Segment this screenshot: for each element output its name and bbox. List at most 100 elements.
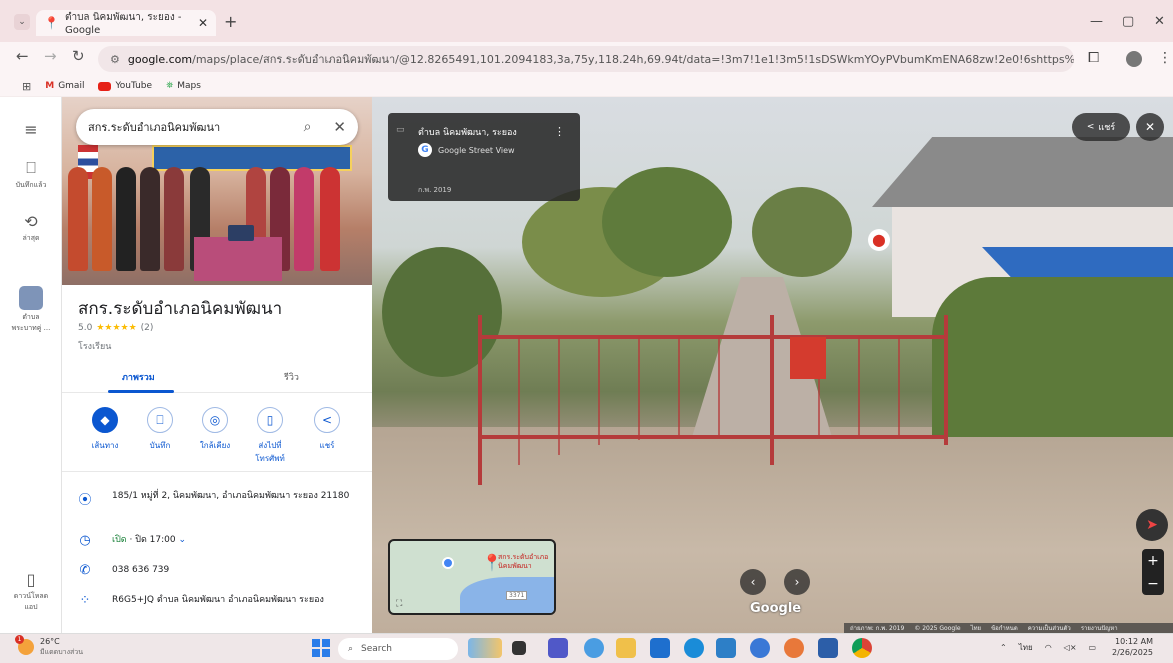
rail-recent[interactable]: ⟲ ล่าสุด	[0, 212, 62, 244]
bookmark-maps[interactable]: ⛯ Maps	[166, 81, 201, 91]
expand-icon[interactable]: ⛶	[396, 599, 402, 609]
hours-row[interactable]: ◷ เปิด · ปิด 17:00 ⌄	[78, 533, 368, 548]
phone-row[interactable]: ✆ 038 636 739	[78, 563, 368, 578]
send-to-phone-button[interactable]: ▯ ส่งไปที่ โทรศัพท์	[242, 407, 298, 465]
place-type[interactable]: โรงเรียน	[78, 339, 111, 353]
calendar-app-icon[interactable]	[716, 638, 736, 658]
browser-tab[interactable]: 📍 ตำบล นิคมพัฒนา, ระยอง - Google ✕	[36, 10, 216, 36]
wifi-icon[interactable]: ◠	[1045, 643, 1052, 652]
system-clock[interactable]: 10:12 AM 2/26/2025	[1112, 636, 1153, 658]
site-info-icon[interactable]: ⚙	[110, 53, 120, 66]
plus-code-row[interactable]: ⁘ R6G5+JQ ตำบล นิคมพัฒนา อำเภอนิคมพัฒนา ร…	[78, 593, 368, 608]
search-input[interactable]: สกร.ระดับอำเภอนิคมพัฒนา	[88, 118, 220, 136]
new-tab-button[interactable]: +	[224, 12, 237, 31]
rail-download-app[interactable]: ▯ ดาวน์โหลด แอป	[0, 570, 62, 613]
windows-start-icon[interactable]	[312, 639, 330, 657]
mini-map[interactable]: 📍 สกร.ระดับอำเภอนิคมพัฒนา 3371 ⛶	[388, 539, 556, 615]
widgets-icon[interactable]	[468, 638, 502, 658]
search-box[interactable]: สกร.ระดับอำเภอนิคมพัฒนา ⌕ ✕	[76, 109, 358, 145]
taskbar-search[interactable]: ⌕ Search	[338, 638, 458, 660]
sv-close-button[interactable]: ✕	[1136, 113, 1164, 141]
directions-button[interactable]: ◆ เส้นทาง	[77, 407, 133, 452]
reload-button[interactable]: ↻	[72, 47, 85, 65]
review-count[interactable]: (2)	[141, 323, 154, 333]
footer-privacy[interactable]: ความเป็นส่วนตัว	[1028, 623, 1071, 633]
tab-search-button[interactable]: ⌄	[14, 14, 30, 30]
hours-status: เปิด	[112, 535, 127, 545]
bookmark-youtube[interactable]: YouTube	[98, 81, 152, 91]
nearby-button[interactable]: ◎ ใกล้เคียง	[187, 407, 243, 452]
share-button[interactable]: < แชร์	[299, 407, 355, 452]
sv-card-date[interactable]: ก.พ. 2019	[418, 185, 451, 196]
copilot-icon[interactable]	[584, 638, 604, 658]
rail-saved[interactable]: ⎕ บันทึกแล้ว	[0, 158, 62, 191]
photo-person	[294, 167, 314, 271]
tab-reviews[interactable]: รีวิว	[284, 370, 299, 384]
phone-icon: ✆	[79, 563, 91, 578]
zoom-out-button[interactable]: −	[1147, 576, 1159, 592]
plus-code-text: R6G5+JQ ตำบล นิคมพัฒนา อำเภอนิคมพัฒนา ระ…	[112, 595, 324, 605]
apps-grid-icon[interactable]: ⊞	[22, 80, 31, 93]
place-marker-icon[interactable]: ⬤	[868, 229, 890, 251]
save-button[interactable]: ⎕ บันทึก	[132, 407, 188, 452]
rating-value: 5.0	[78, 323, 93, 333]
bookmark-gmail[interactable]: M Gmail	[45, 81, 84, 91]
building-roof	[872, 137, 1173, 207]
chevron-up-icon[interactable]: ⌃	[1000, 643, 1007, 652]
edge-icon[interactable]	[684, 638, 704, 658]
store-icon[interactable]	[650, 638, 670, 658]
rail-recent-place[interactable]: ตำบล พระบาทคู่ ...	[0, 286, 62, 334]
address-bar[interactable]: ⚙ google.com/maps/place/สกร.ระดับอำเภอนิ…	[98, 46, 1074, 72]
place-panel: สกร.ระดับอำเภอนิคมพัฒนา ⌕ ✕ สกร.ระดับอำเ…	[62, 97, 372, 633]
battery-icon[interactable]: ▭	[1089, 643, 1097, 652]
profile-avatar[interactable]	[1126, 51, 1142, 67]
place-rating[interactable]: 5.0 ★★★★★ (2)	[78, 323, 153, 333]
minimize-button[interactable]: —	[1090, 14, 1103, 29]
browser-menu-icon[interactable]: ⋮	[1158, 50, 1172, 66]
address-text: 185/1 หมู่ที่ 2, นิคมพัฒนา, อำเภอนิคมพัฒ…	[112, 491, 350, 501]
share-icon: <	[1086, 122, 1095, 132]
keyboard-icon[interactable]: ▭	[396, 125, 405, 135]
url-path: /maps/place/สกร.ระดับอำเภอนิคมพัฒนา/@12.…	[192, 53, 1074, 66]
footer-report[interactable]: รายงานปัญหา	[1081, 623, 1118, 633]
close-window-button[interactable]: ✕	[1154, 14, 1165, 29]
compass-icon[interactable]: ➤	[1136, 509, 1168, 541]
address-row[interactable]: ⦿ 185/1 หมู่ที่ 2, นิคมพัฒนา, อำเภอนิคมพั…	[78, 489, 368, 508]
red-gate	[478, 315, 948, 485]
forward-button[interactable]: →	[44, 47, 57, 65]
teams-icon[interactable]	[548, 638, 568, 658]
sv-previous-button[interactable]: ‹	[740, 569, 766, 595]
chrome-icon[interactable]	[852, 638, 872, 658]
footer-copyright: © 2025 Google	[914, 624, 961, 632]
photo-person	[68, 167, 88, 271]
search-icon[interactable]: ⌕	[304, 119, 312, 135]
extensions-icon[interactable]: ⧠	[1088, 50, 1099, 66]
street-view[interactable]: ▭ ตำบล นิคมพัฒนา, ระยอง G Google Street V…	[372, 97, 1173, 633]
volume-icon[interactable]: ◁×	[1064, 643, 1077, 652]
restore-button[interactable]: ▢	[1122, 14, 1134, 29]
close-icon[interactable]: ✕	[333, 118, 346, 136]
photo-table	[194, 237, 282, 281]
chevron-down-icon[interactable]: ⌄	[178, 535, 186, 545]
photo-person	[116, 167, 136, 271]
zoom-in-button[interactable]: +	[1147, 553, 1159, 569]
sv-share-button[interactable]: < แชร์	[1072, 113, 1130, 141]
firefox-icon[interactable]	[784, 638, 804, 658]
word-icon[interactable]	[818, 638, 838, 658]
input-language[interactable]: ไทย	[1019, 641, 1033, 654]
footer-terms[interactable]: ข้อกำหนด	[991, 623, 1018, 633]
footer-language[interactable]: ไทย	[971, 623, 982, 633]
file-explorer-icon[interactable]	[616, 638, 636, 658]
close-tab-icon[interactable]: ✕	[198, 16, 208, 30]
hours-detail: · ปิด 17:00	[129, 535, 176, 545]
bookmark-label: Maps	[177, 81, 201, 91]
task-view-icon[interactable]	[512, 641, 526, 655]
weather-widget[interactable]: 1 26°C มีแดดบางส่วน	[15, 635, 83, 657]
tab-overview[interactable]: ภาพรวม	[122, 370, 155, 384]
sv-next-button[interactable]: ›	[784, 569, 810, 595]
more-options-icon[interactable]: ⋮	[554, 125, 565, 138]
history-icon: ⟲	[24, 212, 38, 231]
skype-icon[interactable]	[750, 638, 770, 658]
back-button[interactable]: ←	[16, 47, 29, 65]
menu-button[interactable]: ≡	[0, 120, 62, 141]
